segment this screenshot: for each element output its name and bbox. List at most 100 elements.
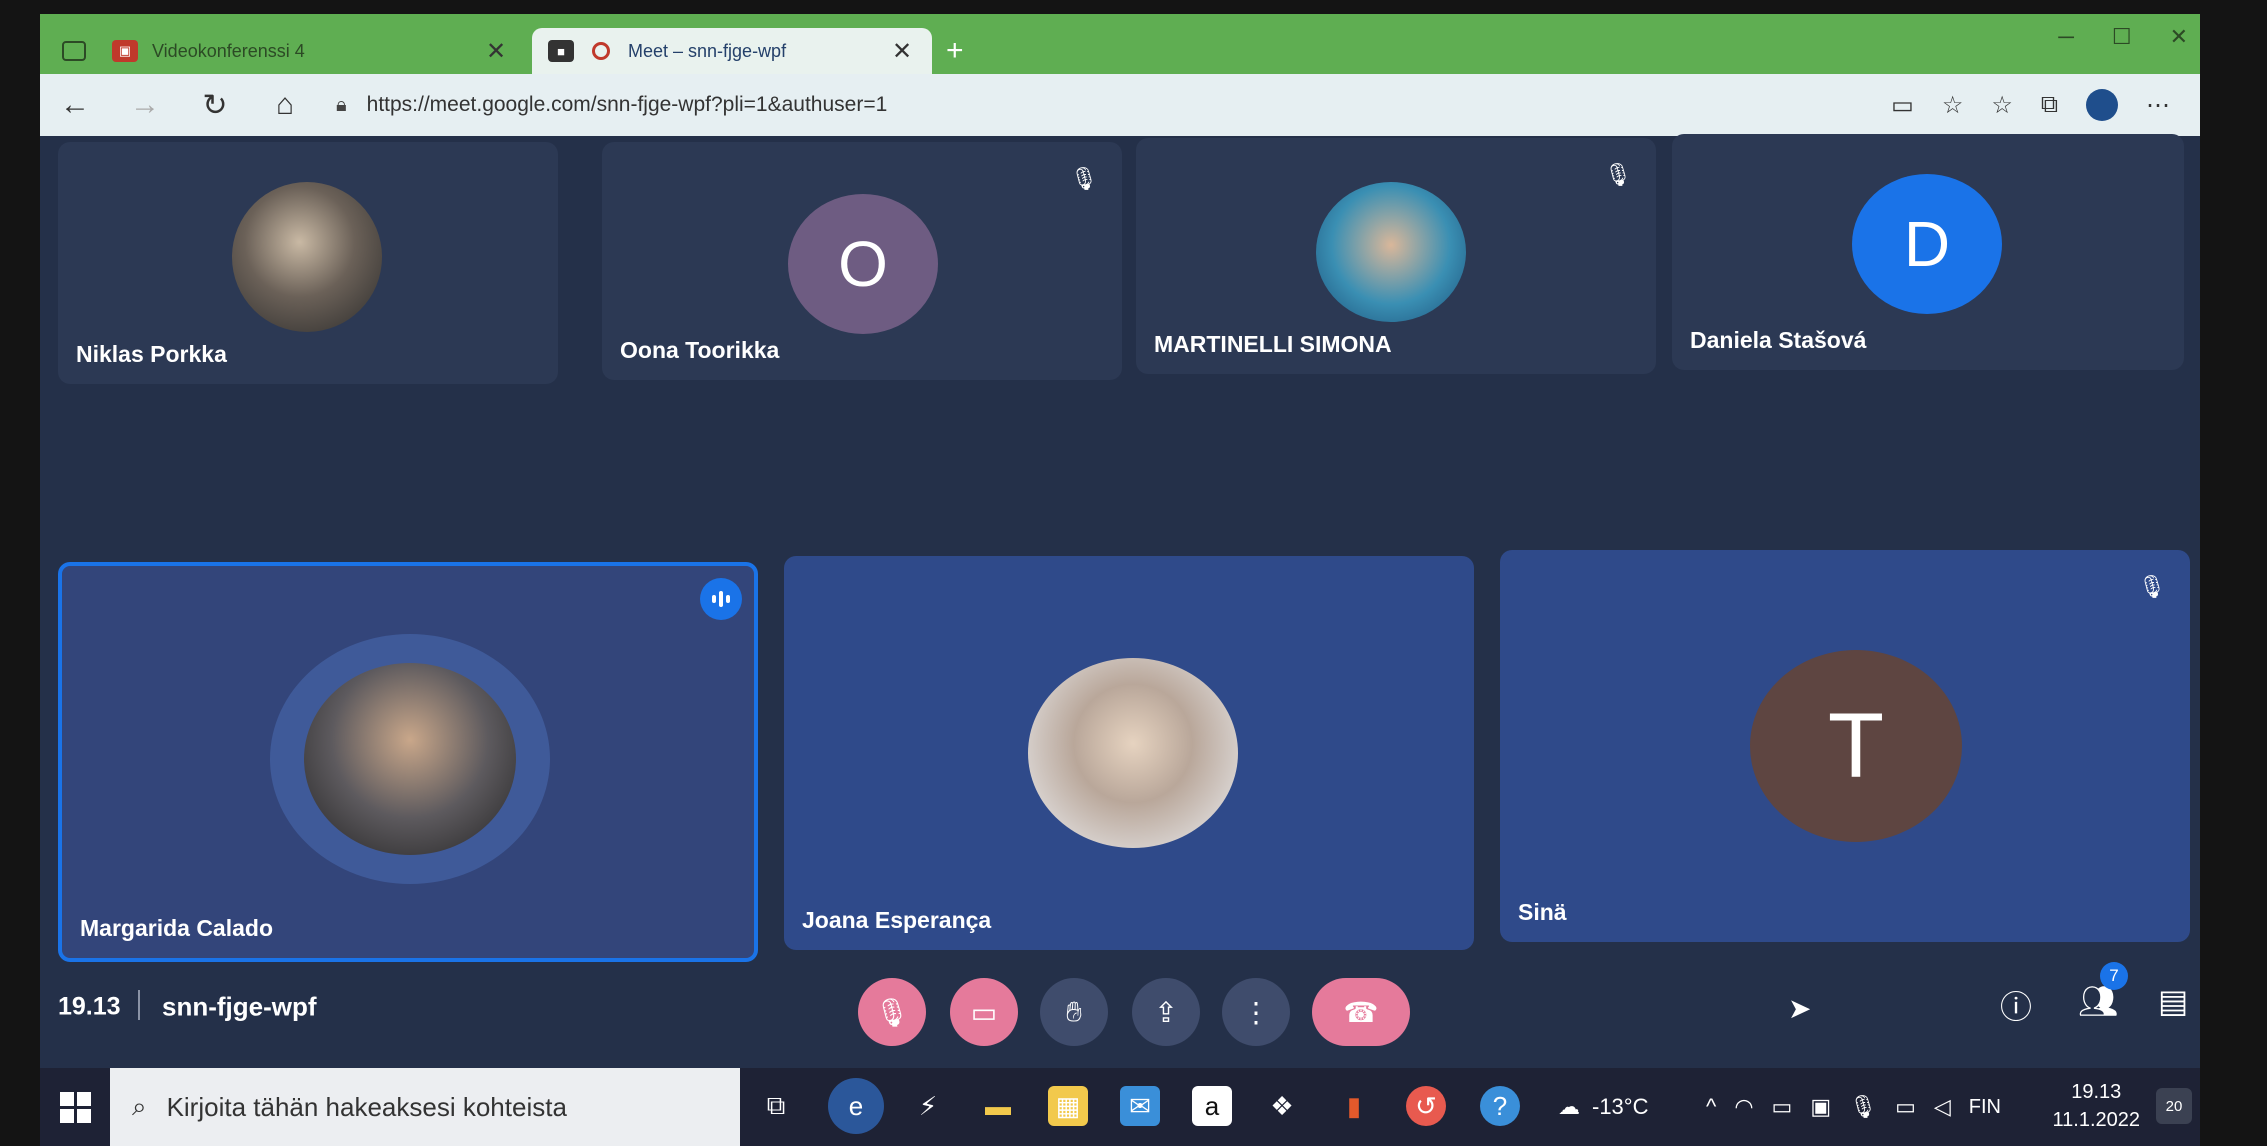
close-icon[interactable]: ✕ — [888, 37, 916, 66]
speaking-ring — [270, 634, 550, 884]
temperature: -13°C — [1592, 1094, 1649, 1119]
participant-tile[interactable]: 🎙︎ MARTINELLI SIMONA — [1136, 138, 1656, 374]
taskbar-search-box[interactable]: ⌕ Kirjoita tähän hakeaksesi kohteista — [110, 1068, 740, 1146]
clock-time: 19.13 — [2071, 1081, 2122, 1103]
url-text: https://meet.google.com/snn-fjge-wpf?pli… — [366, 93, 888, 116]
tab-actions-icon[interactable] — [62, 41, 86, 61]
browser-toolbar: ▭ ☆ ☆ ⧉ ⋯ — [1891, 89, 2170, 121]
url-field[interactable]: 🔒︎ https://meet.google.com/snn-fjge-wpf?… — [336, 85, 1875, 125]
chat-icon[interactable]: ▤ — [2158, 982, 2188, 1020]
participant-name: Daniela Stašová — [1690, 327, 1867, 353]
meet-now-icon[interactable]: ▭ — [1772, 1094, 1793, 1120]
new-tab-button[interactable]: + — [946, 34, 964, 68]
show-hidden-icons[interactable]: ^ — [1706, 1094, 1716, 1120]
camera-icon[interactable]: ▣ — [1810, 1094, 1831, 1120]
meeting-control-bar: 19.13 snn-fjge-wpf 🎙︎ ▭ ✋︎ ⇪ ⋮ ☎︎ ➤ ⓘ 👥︎… — [40, 962, 2200, 1052]
power-automate-icon[interactable]: ⚡︎ — [908, 1086, 948, 1126]
present-screen-button[interactable]: ⇪ — [1132, 978, 1200, 1046]
maximize-icon[interactable]: ☐ — [2112, 24, 2132, 50]
participant-avatar: T — [1750, 650, 1962, 842]
forward-icon[interactable]: → — [110, 88, 180, 122]
participant-avatar: O — [788, 194, 938, 334]
tab-meet[interactable]: ■ Meet – snn-fjge-wpf ✕ — [532, 28, 932, 74]
participant-photo — [1028, 658, 1238, 848]
start-button[interactable] — [40, 1068, 110, 1146]
participant-photo — [304, 663, 516, 855]
participant-photo — [232, 182, 382, 332]
camera-tab-icon: ■ — [548, 40, 574, 62]
participant-tile-active-speaker[interactable]: Margarida Calado — [58, 562, 758, 962]
lock-icon[interactable]: 🔒︎ — [336, 94, 347, 117]
screen: ▣ Videokonferenssi 4 ✕ ■ Meet – snn-fjge… — [40, 14, 2200, 1146]
microphone-off-button[interactable]: 🎙︎ — [858, 978, 926, 1046]
dropbox-icon[interactable]: ❖ — [1262, 1086, 1302, 1126]
favorites-icon[interactable]: ☆ — [1991, 91, 2013, 120]
meeting-code: snn-fjge-wpf — [162, 991, 317, 1022]
office-icon[interactable]: ▮ — [1334, 1086, 1374, 1126]
divider — [138, 990, 140, 1020]
participant-tile-self[interactable]: 🎙︎ T Sinä — [1500, 550, 2190, 942]
participant-name: Niklas Porkka — [76, 341, 227, 367]
mic-off-icon: 🎙︎ — [2138, 574, 2166, 599]
refresh-icon[interactable]: ↻ — [180, 88, 250, 123]
taskbar-clock[interactable]: 19.13 11.1.2022 — [2053, 1078, 2141, 1134]
weather-icon: ☁︎ — [1558, 1094, 1580, 1119]
camera-indicator-icon[interactable]: ▭ — [1891, 91, 1914, 120]
mic-off-icon: 🎙︎ — [1070, 166, 1098, 191]
classroom-icon: ▣ — [112, 40, 138, 62]
search-placeholder: Kirjoita tähän hakeaksesi kohteista — [166, 1091, 567, 1122]
participant-avatar: D — [1852, 174, 2002, 314]
mic-off-icon: 🎙︎ — [1604, 162, 1632, 187]
mouse-cursor: ➤ — [1788, 993, 1812, 1024]
recording-icon — [588, 40, 614, 62]
task-view-icon[interactable]: ⧉ — [756, 1086, 796, 1126]
home-icon[interactable]: ⌂ — [250, 88, 320, 122]
raise-hand-button[interactable]: ✋︎ — [1040, 978, 1108, 1046]
window-controls: ─ ☐ ✕ — [2058, 24, 2188, 50]
participant-tile[interactable]: D Daniela Stašová — [1672, 134, 2184, 370]
address-bar: ← → ↻ ⌂ 🔒︎ https://meet.google.com/snn-f… — [40, 74, 2200, 136]
people-count-badge: 7 — [2100, 962, 2128, 990]
collections-icon[interactable]: ⧉ — [2041, 91, 2058, 119]
microphone-icon[interactable]: 🎙︎ — [1849, 1094, 1877, 1120]
participant-tile[interactable]: Niklas Porkka — [58, 142, 558, 384]
volume-icon[interactable]: ◁ — [1934, 1094, 1951, 1120]
edge-icon[interactable]: e — [828, 1078, 884, 1134]
battery-icon[interactable]: ▭ — [1895, 1094, 1916, 1120]
participant-name: Joana Esperança — [802, 907, 992, 933]
tab-videokonferenssi[interactable]: ▣ Videokonferenssi 4 ✕ — [46, 28, 526, 74]
back-icon[interactable]: ← — [40, 88, 110, 122]
avatar-initial: O — [838, 228, 888, 300]
profile-avatar[interactable] — [2086, 89, 2118, 121]
notification-center-icon[interactable]: 20 — [2156, 1088, 2192, 1124]
language-indicator[interactable]: FIN — [1969, 1096, 2001, 1119]
tab-label: Videokonferenssi 4 — [152, 40, 305, 61]
mail-icon[interactable]: ✉︎ — [1120, 1086, 1160, 1126]
more-options-button[interactable]: ⋮ — [1222, 978, 1290, 1046]
store-icon[interactable]: ▦ — [1048, 1086, 1088, 1126]
avatar-initial: D — [1903, 208, 1951, 280]
close-icon[interactable]: ✕ — [482, 37, 510, 66]
participant-photo — [1316, 182, 1466, 322]
minimize-icon[interactable]: ─ — [2058, 24, 2074, 50]
leave-call-button[interactable]: ☎︎ — [1312, 978, 1410, 1046]
notification-count: 20 — [2165, 1097, 2183, 1115]
weather-widget[interactable]: ☁︎ -13°C — [1558, 1068, 1648, 1146]
file-explorer-icon[interactable]: ▬ — [978, 1086, 1018, 1126]
help-icon[interactable]: ? — [1480, 1086, 1520, 1126]
participant-name: Sinä — [1518, 899, 1567, 925]
favorite-add-icon[interactable]: ☆ — [1942, 91, 1964, 120]
windows-taskbar: ⌕ Kirjoita tähän hakeaksesi kohteista ⧉ … — [40, 1068, 2200, 1146]
participant-name: Oona Toorikka — [620, 337, 780, 363]
network-icon[interactable]: ◠ — [1734, 1094, 1753, 1120]
amazon-icon[interactable]: a — [1192, 1086, 1232, 1126]
camera-off-button[interactable]: ▭ — [950, 978, 1018, 1046]
recovery-icon[interactable]: ↺ — [1406, 1086, 1446, 1126]
system-tray: ^ ◠ ▭ ▣ 🎙︎ ▭ ◁ FIN — [1706, 1068, 2001, 1146]
meeting-details-icon[interactable]: ⓘ — [2000, 982, 2032, 1028]
more-icon[interactable]: ⋯ — [2146, 91, 2170, 120]
clock-date: 11.1.2022 — [2052, 1109, 2141, 1131]
participant-tile[interactable]: Joana Esperança — [784, 556, 1474, 950]
close-window-icon[interactable]: ✕ — [2170, 24, 2188, 50]
participant-tile[interactable]: 🎙︎ O Oona Toorikka — [602, 142, 1122, 380]
